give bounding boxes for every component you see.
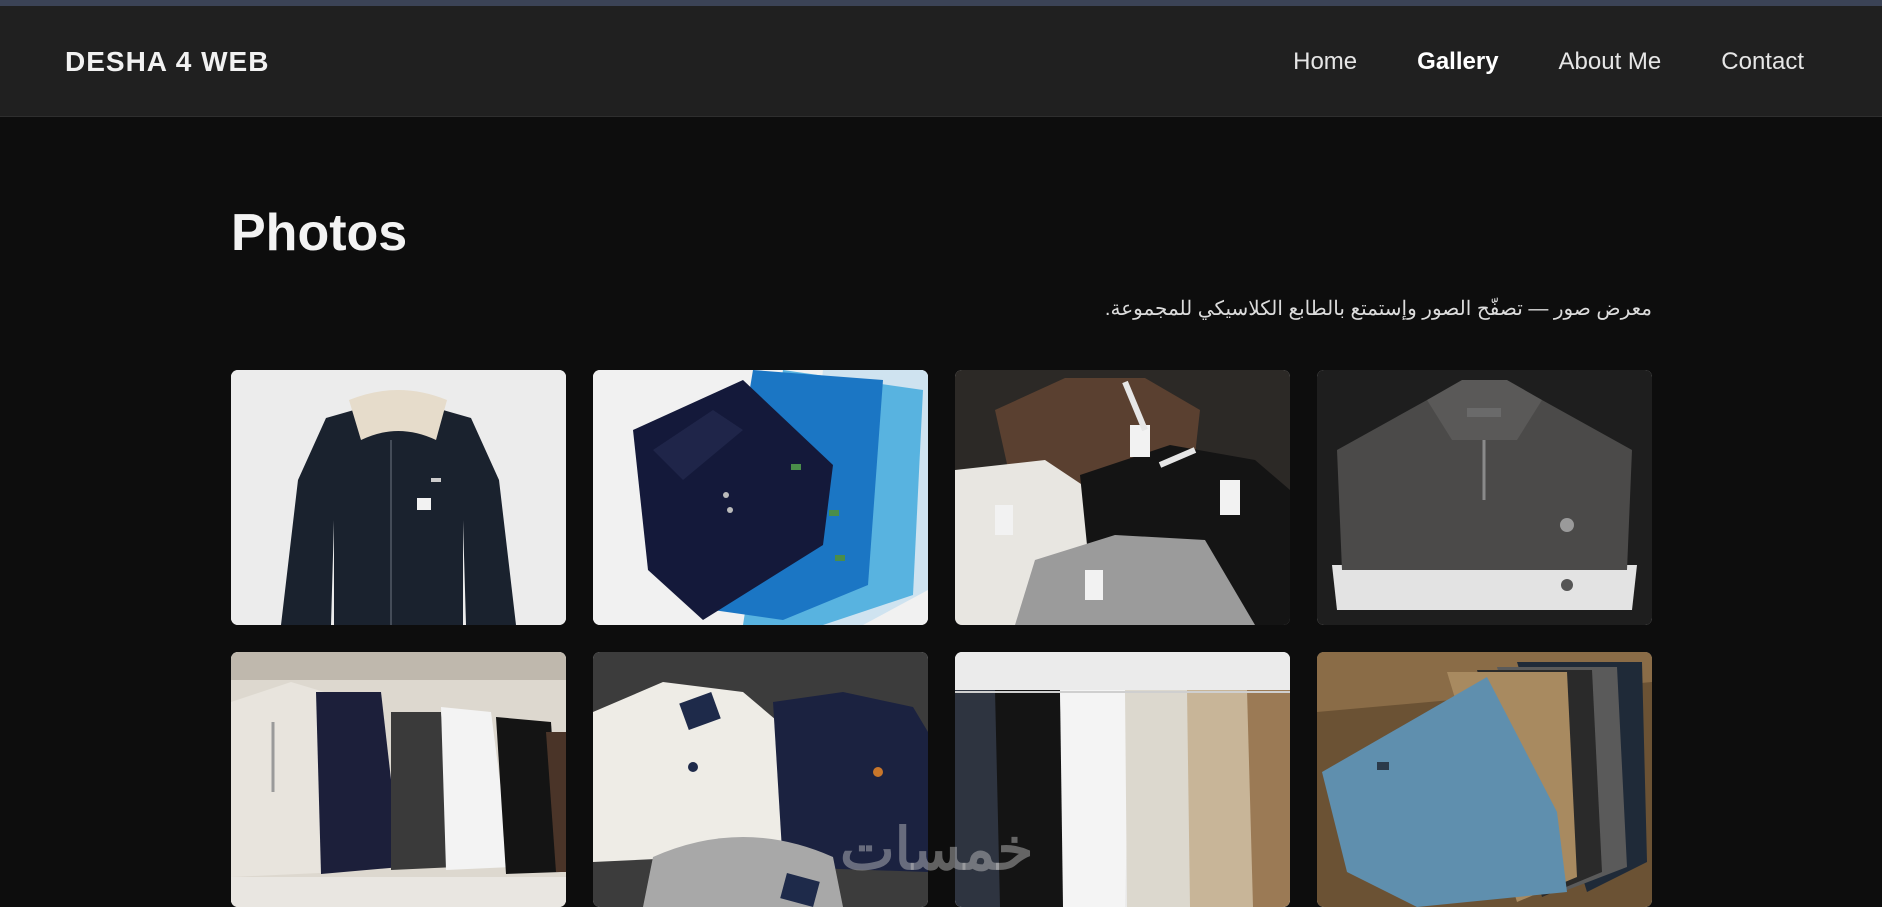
photo-navy-zip-jacket[interactable] [231,370,566,625]
folded-chinos-image [1317,652,1652,907]
nav-gallery[interactable]: Gallery [1417,48,1498,76]
nav-about-me[interactable]: About Me [1559,48,1662,76]
photo-knit-polo-shirts[interactable] [955,370,1290,625]
site-logo[interactable]: DESHA 4 WEB [65,46,269,78]
navbar: DESHA 4 WEB Home Gallery About Me Contac… [0,6,1882,117]
photo-cable-knit-quarter-zips[interactable] [231,652,566,907]
page-subtitle: معرض صور — تصفّح الصور وإستمتع بالطابع ا… [1104,298,1652,320]
main-nav: Home Gallery About Me Contact [1293,48,1804,76]
watermark-logo: خمسات [840,817,1034,882]
knit-polos-image [955,370,1290,625]
nav-contact[interactable]: Contact [1721,48,1804,76]
photo-folded-chino-pants[interactable] [1317,652,1652,907]
nav-home[interactable]: Home [1293,48,1357,76]
polo-shirts-image [593,370,928,625]
jacket-image [231,370,566,625]
quarter-zip-image [1317,370,1652,625]
photo-folded-polo-shirts[interactable] [593,370,928,625]
photo-quarter-zip-sweaters[interactable] [1317,370,1652,625]
shelf-sweaters-image [231,652,566,907]
page-title: Photos [231,204,408,262]
